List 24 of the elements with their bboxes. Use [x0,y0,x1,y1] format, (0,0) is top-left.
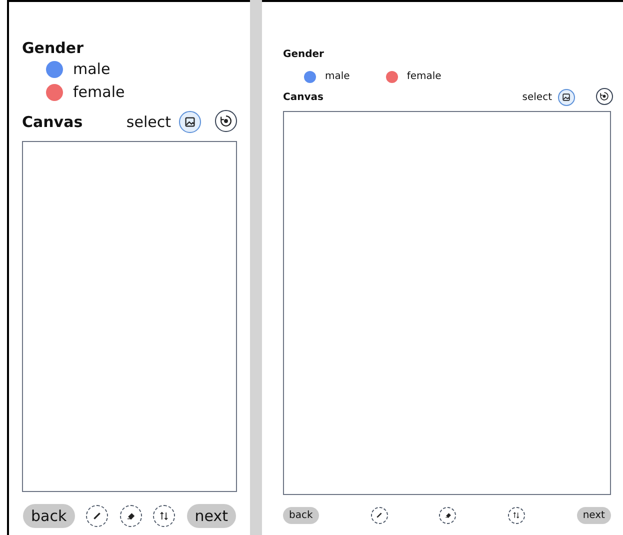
swap-icon[interactable] [508,506,526,524]
select-label: select [522,90,552,105]
back-button[interactable]: back [283,506,319,524]
rotate-icon[interactable] [596,88,613,105]
section-title: Canvas [22,112,83,133]
select-label: select [126,112,171,133]
image-icon[interactable] [558,88,575,106]
section-title: Gender [22,38,84,58]
option-label: female [406,70,442,84]
swap-icon[interactable] [153,504,176,527]
pencil-icon[interactable] [370,506,388,524]
section-title: Canvas [283,90,324,105]
pencil-icon[interactable] [86,504,108,527]
option-label: male [73,59,110,80]
section-title: Gender [283,48,325,62]
next-button[interactable]: next [576,506,611,524]
next-button[interactable]: next [186,504,236,528]
eraser-icon[interactable] [120,504,142,527]
option-label: male [325,70,350,84]
option-label: female [73,82,125,103]
eraser-icon[interactable] [439,506,456,524]
back-button[interactable]: back [23,504,75,528]
image-icon[interactable] [179,111,201,134]
rotate-icon[interactable] [215,110,237,132]
